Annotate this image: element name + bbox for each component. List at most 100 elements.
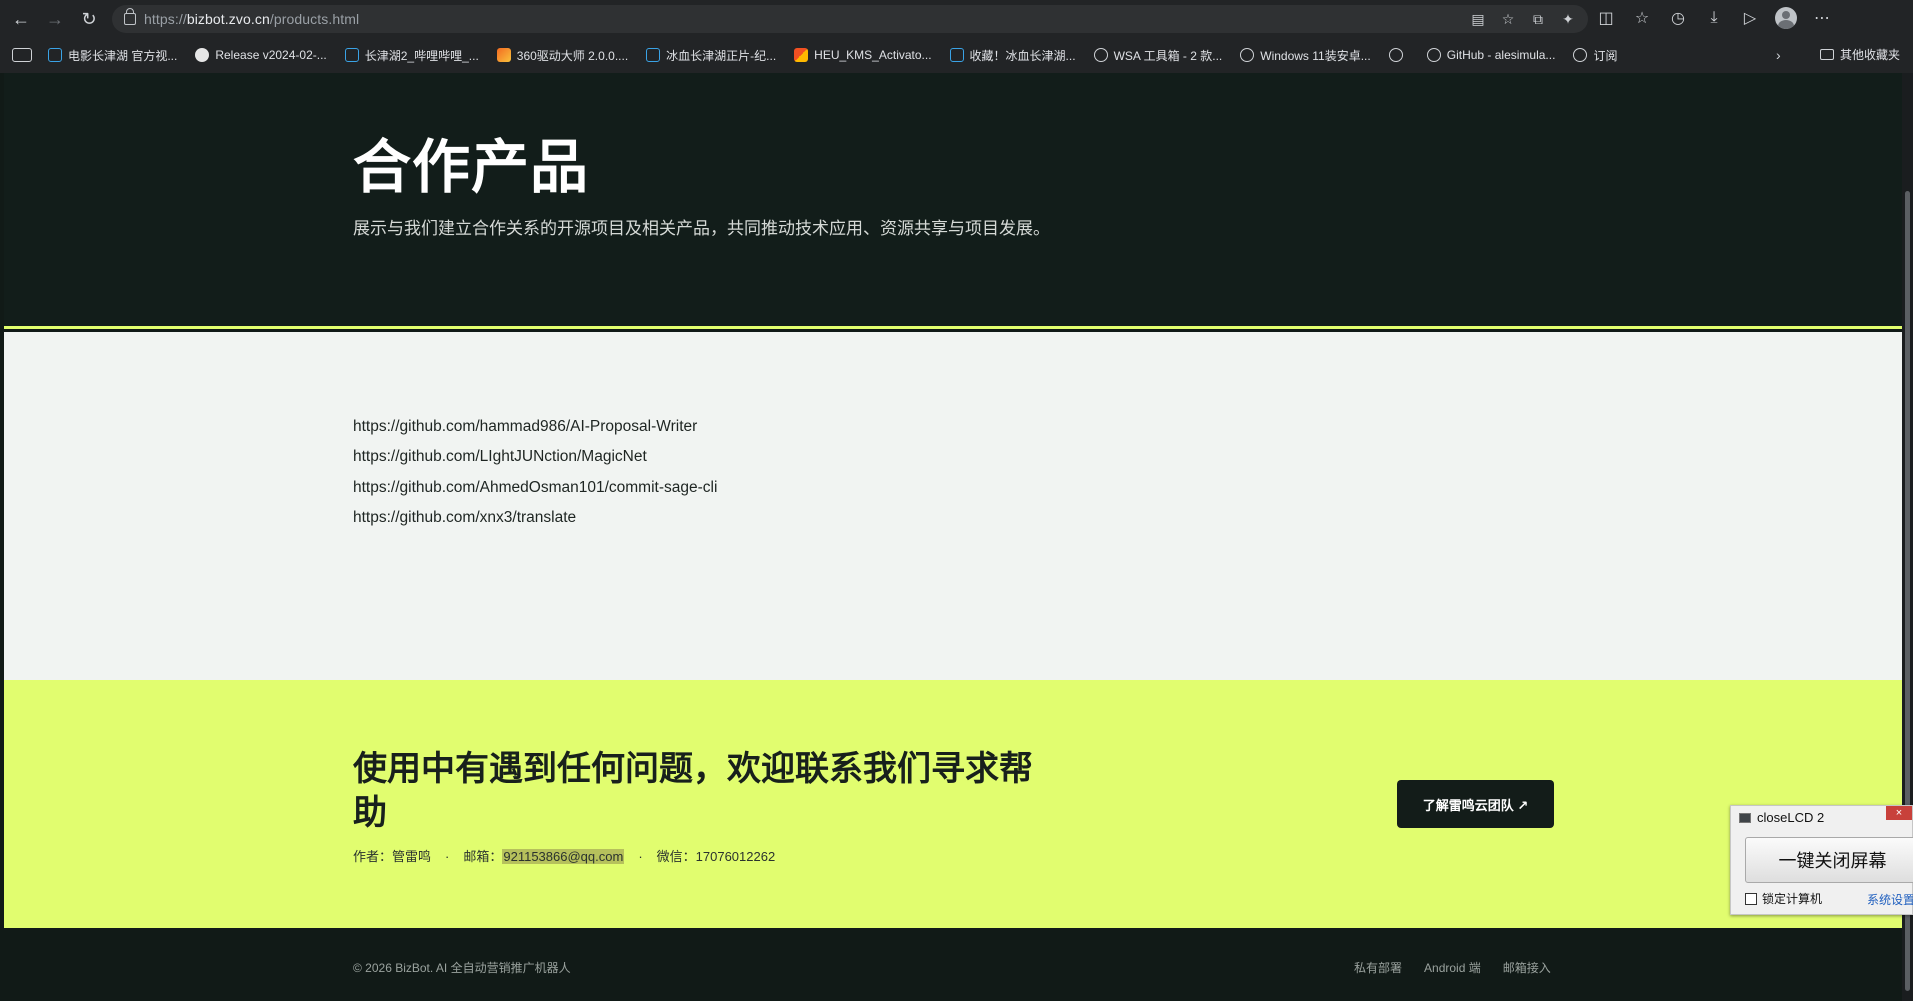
- copyright-text: © 2026 BizBot. AI 全自动营销推广机器人: [353, 961, 571, 975]
- bookmark-label: Release v2024-02-...: [215, 48, 327, 62]
- footer-link-private-deploy[interactable]: 私有部署: [1354, 959, 1402, 976]
- product-link[interactable]: https://github.com/LIghtJUNction/MagicNe…: [353, 448, 647, 466]
- bookmark-item[interactable]: 电影长津湖 官方视...: [48, 47, 177, 64]
- lock-icon: [124, 8, 136, 25]
- lock-computer-checkbox[interactable]: 锁定计算机: [1745, 890, 1822, 907]
- email-label: 邮箱：: [463, 849, 503, 864]
- author-text: 作者：管雷鸣: [353, 849, 432, 864]
- back-button[interactable]: ←: [8, 6, 34, 32]
- hero-section: 合作产品 展示与我们建立合作关系的开源项目及相关产品，共同推动技术应用、资源共享…: [4, 73, 1902, 329]
- url-path: /products.html: [269, 11, 360, 27]
- history-icon[interactable]: ◷: [1666, 6, 1690, 30]
- contact-heading: 使用中有遇到任何问题，欢迎联系我们寻求帮助: [353, 750, 1033, 832]
- bookmark-label: WSA 工具箱 - 2 款...: [1113, 48, 1223, 63]
- product-link[interactable]: https://github.com/AhmedOsman101/commit-…: [353, 479, 717, 497]
- bookmark-item[interactable]: [1388, 48, 1409, 62]
- share-icon[interactable]: ▷: [1738, 6, 1762, 30]
- more-menu-icon[interactable]: ⋯: [1810, 6, 1834, 30]
- contact-info: 作者：管雷鸣 · 邮箱：921153866@qq.com · 微信：1707601226…: [353, 846, 775, 865]
- 360-icon: [496, 48, 511, 62]
- bookmark-label: Windows 11装安卓...: [1260, 48, 1371, 63]
- favorites-icon[interactable]: ☆: [1630, 6, 1654, 30]
- bookmark-label: 收藏！冰血长津湖...: [969, 48, 1076, 63]
- globe-icon: [1093, 48, 1108, 62]
- bookmarks-bar: 电影长津湖 官方视... Release v2024-02-... 长津湖2_哔…: [0, 40, 1913, 70]
- address-bar-actions: ▤ ☆ ⧉ ✦: [1468, 9, 1578, 29]
- bilibili-icon: [646, 48, 661, 62]
- profile-button[interactable]: [1774, 6, 1798, 30]
- bookmark-label: 电影长津湖 官方视...: [68, 48, 178, 63]
- widget-title-text: closeLCD 2: [1757, 810, 1825, 825]
- other-bookmarks-label: 其他收藏夹: [1840, 48, 1901, 62]
- avatar: [1775, 7, 1797, 29]
- close-button[interactable]: ×: [1886, 806, 1912, 820]
- chevron-right-icon[interactable]: ›: [1776, 47, 1781, 63]
- bookmark-label: GitHub - alesimula...: [1446, 48, 1556, 62]
- product-link[interactable]: https://github.com/hammad986/AI-Proposal…: [353, 418, 697, 436]
- monitor-icon: [1739, 812, 1751, 823]
- closelcd-widget: closeLCD 2 × 一键关闭屏幕 锁定计算机 系统设置: [1730, 805, 1913, 915]
- bookmark-item[interactable]: WSA 工具箱 - 2 款...: [1093, 47, 1223, 64]
- url-host: bizbot.zvo.cn: [186, 11, 270, 27]
- puzzle-extension-icon[interactable]: ✦: [1558, 9, 1578, 29]
- contact-section: 使用中有遇到任何问题，欢迎联系我们寻求帮助 作者：管雷鸣 · 邮箱：92115386…: [4, 680, 1902, 928]
- browser-toolbar: ← → ↻ https://bizbot.zvo.cn/products.htm…: [0, 0, 1913, 38]
- url-text: https://bizbot.zvo.cn/products.html: [144, 11, 359, 27]
- product-link[interactable]: https://github.com/xnx3/translate: [353, 509, 576, 527]
- favorite-star-icon[interactable]: ☆: [1498, 9, 1518, 29]
- page-title: 合作产品: [353, 135, 590, 200]
- separator: ·: [445, 849, 450, 864]
- bilibili-icon: [48, 48, 62, 62]
- turn-off-screen-button[interactable]: 一键关闭屏幕: [1745, 837, 1913, 883]
- globe-icon: [1388, 48, 1403, 62]
- wechat-text: 微信：17076012262: [656, 849, 776, 864]
- bookmark-item[interactable]: Windows 11装安卓...: [1240, 47, 1371, 64]
- bookmark-item[interactable]: 收藏！冰血长津湖...: [949, 47, 1076, 64]
- windows-icon: [794, 48, 809, 62]
- url-scheme: https://: [144, 11, 187, 27]
- bilibili-icon: [949, 48, 964, 62]
- other-bookmarks-folder[interactable]: 其他收藏夹: [1820, 46, 1900, 63]
- tab-actions-icon[interactable]: [12, 48, 32, 62]
- browser-actions: ◫ ☆ ◷ ⤓ ▷ ⋯: [1594, 6, 1834, 30]
- bookmark-item[interactable]: 长津湖2_哔哩哔哩_...: [344, 47, 479, 64]
- back-arrow-icon: ←: [12, 8, 30, 29]
- system-settings-link[interactable]: 系统设置: [1867, 891, 1913, 908]
- bookmark-item[interactable]: GitHub - alesimula...: [1426, 48, 1556, 62]
- downloads-icon[interactable]: ⤓: [1702, 6, 1726, 30]
- browser-chrome: ← → ↻ https://bizbot.zvo.cn/products.htm…: [0, 0, 1913, 73]
- bookmark-item[interactable]: 冰血长津湖正片-纪...: [646, 47, 776, 64]
- globe-icon: [1240, 48, 1255, 62]
- checkbox-label: 锁定计算机: [1762, 892, 1823, 906]
- footer-nav: 私有部署 Android 端 邮箱接入: [1354, 959, 1551, 976]
- web-page: 合作产品 展示与我们建立合作关系的开源项目及相关产品，共同推动技术应用、资源共享…: [4, 73, 1902, 1001]
- extension-icon[interactable]: ⧉: [1528, 9, 1548, 29]
- folder-icon: [1820, 49, 1834, 60]
- bilibili-icon: [344, 48, 359, 62]
- reload-icon: ↻: [81, 8, 97, 29]
- page-footer: © 2026 BizBot. AI 全自动营销推广机器人 私有部署 Androi…: [4, 928, 1902, 1001]
- learn-team-button[interactable]: 了解雷鸣云团队 ↗: [1397, 780, 1554, 828]
- separator: ·: [638, 849, 643, 864]
- email-text[interactable]: 921153866@qq.com: [502, 849, 625, 864]
- forward-arrow-icon: →: [46, 8, 64, 29]
- globe-icon: [1426, 48, 1441, 62]
- footer-link-android[interactable]: Android 端: [1424, 959, 1481, 976]
- forward-button[interactable]: →: [42, 6, 68, 32]
- address-bar[interactable]: https://bizbot.zvo.cn/products.html ▤ ☆ …: [112, 5, 1588, 33]
- bookmark-item[interactable]: 订阅: [1573, 47, 1617, 64]
- bookmark-item[interactable]: Release v2024-02-...: [195, 48, 327, 62]
- page-subtitle: 展示与我们建立合作关系的开源项目及相关产品，共同推动技术应用、资源共享与项目发展…: [353, 219, 1050, 238]
- reader-mode-icon[interactable]: ▤: [1468, 9, 1488, 29]
- reload-button[interactable]: ↻: [76, 6, 102, 32]
- checkbox[interactable]: [1745, 892, 1757, 905]
- bookmark-item[interactable]: 360驱动大师 2.0.0....: [496, 47, 628, 64]
- bookmark-label: 长津湖2_哔哩哔哩_...: [364, 48, 479, 63]
- split-screen-icon[interactable]: ◫: [1594, 6, 1618, 30]
- globe-icon: [1573, 48, 1588, 62]
- bookmark-label: 冰血长津湖正片-纪...: [666, 48, 777, 63]
- github-icon: [195, 48, 210, 62]
- footer-link-email[interactable]: 邮箱接入: [1503, 959, 1551, 976]
- bookmark-label: HEU_KMS_Activato...: [814, 48, 932, 62]
- bookmark-item[interactable]: HEU_KMS_Activato...: [794, 48, 932, 62]
